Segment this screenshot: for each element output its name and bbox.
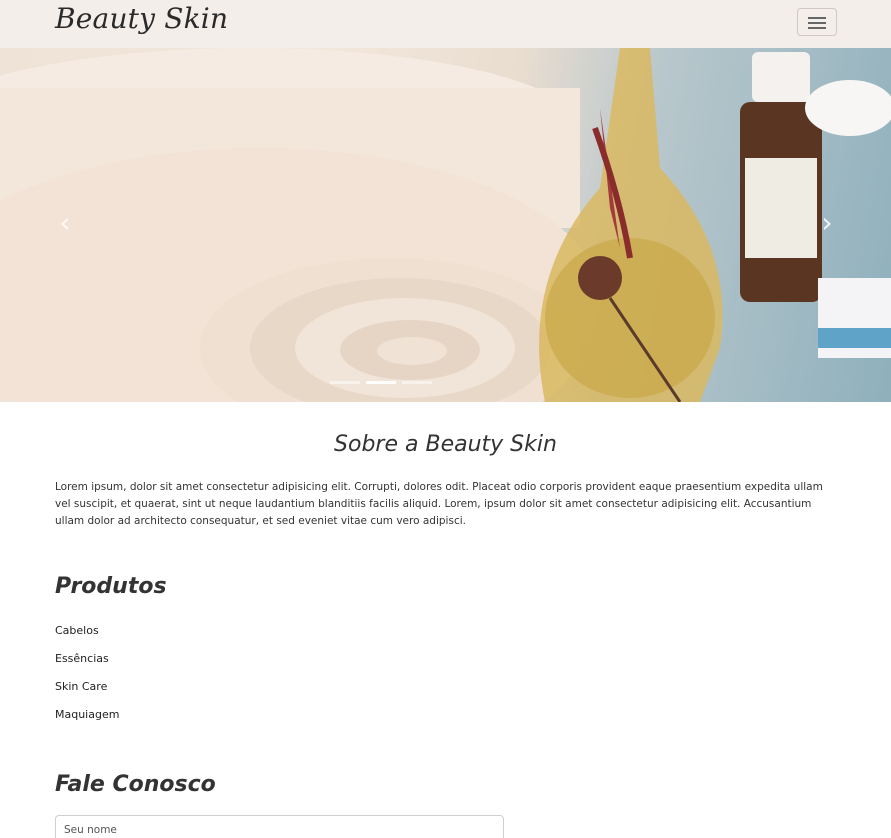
carousel-next-button[interactable]: › [812, 208, 842, 238]
products-title: Produtos [55, 574, 167, 599]
contact-title: Fale Conosco [55, 772, 216, 797]
carousel-indicators [330, 381, 432, 385]
about-text: Lorem ipsum, dolor sit amet consectetur … [55, 481, 823, 527]
hero-carousel: ‹ › [0, 48, 891, 402]
navbar: Beauty Skin [0, 0, 891, 48]
carousel-indicator[interactable] [330, 381, 360, 384]
product-item[interactable]: Essências [55, 652, 119, 680]
carousel-indicator[interactable] [402, 381, 432, 384]
name-input[interactable] [55, 815, 504, 838]
product-list: Cabelos Essências Skin Care Maquiagem [55, 624, 119, 736]
carousel-indicator[interactable] [366, 381, 396, 384]
product-item[interactable]: Skin Care [55, 680, 119, 708]
hero-image [0, 48, 891, 402]
product-item[interactable]: Cabelos [55, 624, 119, 652]
menu-toggle-button[interactable] [797, 8, 837, 36]
menu-icon [808, 17, 826, 19]
carousel-prev-button[interactable]: ‹ [50, 208, 80, 238]
product-item[interactable]: Maquiagem [55, 708, 119, 736]
about-title: Sobre a Beauty Skin [334, 432, 557, 457]
brand-logo[interactable]: Beauty Skin [55, 2, 228, 35]
